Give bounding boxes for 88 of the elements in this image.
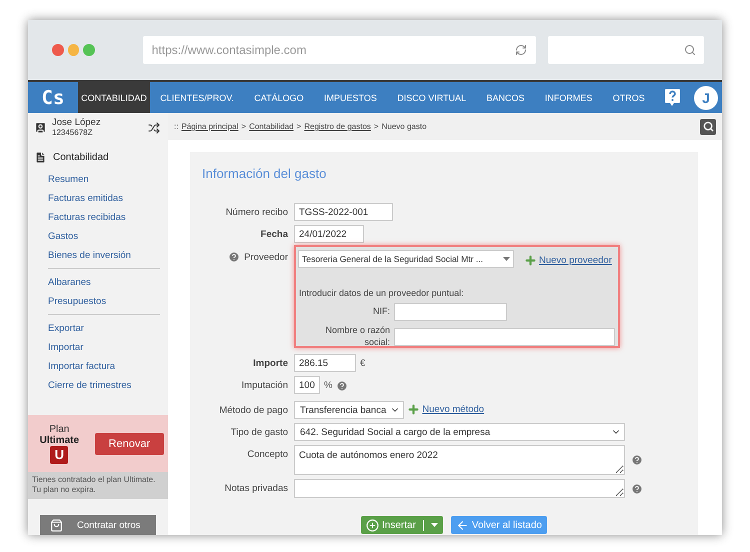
nav-tab[interactable]: OTROS [606,82,651,113]
plus-icon [407,403,420,416]
maximize-dot[interactable] [83,44,95,56]
nav-tab[interactable]: CATÁLOGO [248,82,310,113]
input-field[interactable]: 286.15 [294,354,356,372]
sidebar-link[interactable]: Facturas recibidas [28,208,168,227]
field-label: Importe [253,358,288,369]
sidebar-link[interactable]: Gastos [28,227,168,246]
sidebar-link[interactable]: Albaranes [28,273,168,292]
new-provider-link[interactable]: Nuevo proveedor [539,254,612,266]
user-id: 12345678Z [52,128,94,137]
nav-tab[interactable]: DISCO VIRTUAL [391,82,472,113]
new-method-link[interactable]: Nuevo método [422,404,484,415]
sidebar-link[interactable]: Cierre de trimestres [28,376,168,395]
plan-note: Tienes contratado el plan Ultimate. Tu plan no expira. [28,472,168,499]
sidebar-link[interactable]: Importar [28,338,168,357]
field-label: Proveedor [244,252,288,262]
plan-name: Ultimate [40,434,80,446]
breadcrumb-link[interactable]: Contabilidad [249,122,294,131]
arrow-left-icon [456,518,469,532]
plus-icon [524,254,537,266]
input-field[interactable] [394,328,615,346]
sidebar-link[interactable]: Importar factura [28,357,168,376]
search-icon[interactable] [684,44,696,56]
unit-label: € [360,358,366,369]
minimize-dot[interactable] [68,44,80,56]
field-label: Número recibo [226,207,288,218]
nav-tab[interactable]: IMPUESTOS [318,82,383,113]
breadcrumb-link[interactable]: Página principal [181,122,238,131]
insert-button[interactable]: Insertar [361,516,443,534]
user-avatar[interactable]: J [694,86,718,110]
field-label: Imputación [242,380,288,391]
close-dot[interactable] [52,44,64,56]
sidebar-link[interactable]: Presupuestos [28,292,168,311]
sidebar-link[interactable]: Bienes de inversión [28,246,168,265]
caret-icon [430,523,438,527]
help-icon[interactable] [228,251,240,263]
form-title: Información del gasto [202,166,328,181]
nav-tab[interactable]: BANCOS [480,82,530,113]
nav-tab[interactable]: CONTABILIDAD [78,82,150,113]
field-label: Concepto [247,449,288,460]
help-icon[interactable] [631,454,643,466]
field-label: Método de pago [219,405,288,416]
input-field[interactable]: TGSS-2022-001 [294,203,393,221]
renew-button[interactable]: Renovar [94,432,164,454]
input-field[interactable] [394,303,507,321]
field-label: Tipo de gasto [230,427,288,438]
text-area[interactable]: Cuota de autónomos enero 2022 [294,445,625,475]
plan-badge: U [50,446,68,464]
nav-tab[interactable]: CLIENTES/PROV. [154,82,240,113]
provider-dropdown[interactable]: Tesoreria General de la Seguridad Social Mtr ... [298,250,514,268]
app-logo[interactable]: Cs [28,82,78,113]
caret-icon [503,257,510,261]
dropdown[interactable]: Transferencia banca [294,401,404,419]
breadcrumb-separator: > [296,122,302,131]
nav-tab[interactable]: INFORMES [538,82,598,113]
switch-icon[interactable] [148,122,160,134]
plan-label: Plan [49,424,70,434]
breadcrumb-link[interactable]: Registro de gastos [304,122,371,131]
browser-search-field[interactable] [548,36,704,64]
reload-icon[interactable] [515,44,528,56]
field-label: Notas privadas [224,483,288,494]
field-label: NIF: [372,306,391,318]
sidebar-link[interactable]: Resumen [28,170,168,189]
bag-icon [50,518,63,532]
sidebar-link[interactable]: Facturas emitidas [28,189,168,208]
contract-button[interactable]: Contratar otros [40,515,156,535]
search-button[interactable] [700,118,716,134]
instruction-text: Introducir datos de un proveedor puntual: [299,288,465,298]
field-label: Fecha [260,229,288,240]
dropdown[interactable]: 642. Seguridad Social a cargo de la empresa [294,423,625,441]
field-label: Nombre o razón social: [324,325,391,348]
input-field[interactable]: 24/01/2022 [294,225,364,243]
help-icon[interactable] [336,380,348,392]
breadcrumb-separator: > [241,122,246,131]
sidebar-link[interactable]: Exportar [28,319,168,338]
input-field[interactable]: 100 [294,376,320,394]
breadcrumb-current: Nuevo gasto [382,122,427,131]
unit-label: % [324,380,332,391]
document-icon [34,151,47,164]
help-icon[interactable] [631,483,643,495]
help-icon[interactable] [665,88,680,106]
breadcrumb-prefix: :: [174,122,178,131]
plus-circle-icon [366,518,380,532]
breadcrumb-separator: > [374,122,379,131]
user-name: Jose López [52,118,102,128]
section-title: Contabilidad [53,152,109,163]
user-icon [34,121,47,134]
